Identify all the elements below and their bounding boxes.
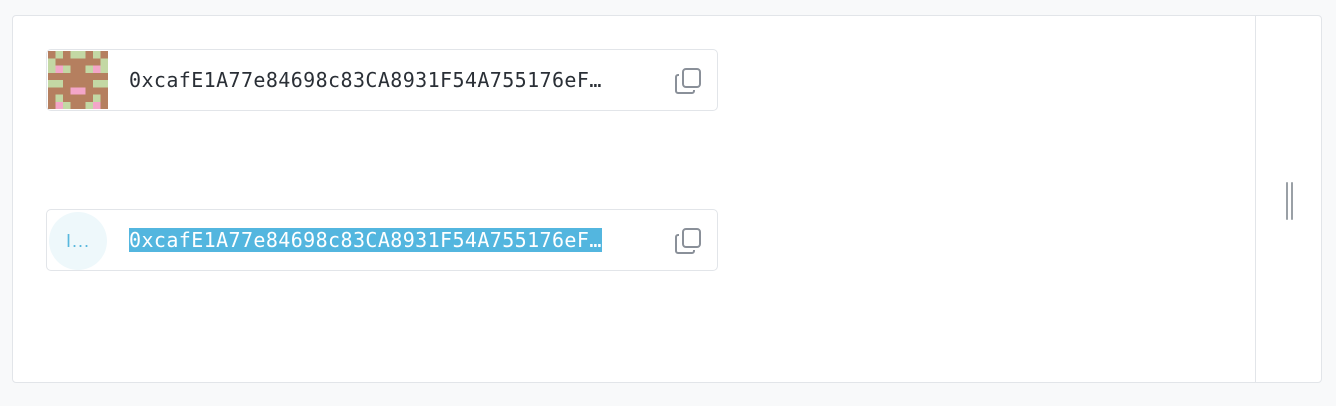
copy-icon[interactable] bbox=[674, 227, 702, 255]
selected-address[interactable]: 0xcafE1A77e84698c83CA8931F54A755176eF… bbox=[129, 228, 602, 252]
address-card: 0xcafE1A77e84698c83CA8931F54A755176eF… bbox=[46, 49, 718, 111]
address-text-selected[interactable]: 0xcafE1A77e84698c83CA8931F54A755176eF… bbox=[129, 224, 657, 256]
copy-icon[interactable] bbox=[674, 67, 702, 95]
address-card: I... 0xcafE1A77e84698c83CA8931F54A755176… bbox=[46, 209, 718, 271]
component-preview-frame: 0xcafE1A77e84698c83CA8931F54A755176eF… I… bbox=[12, 15, 1322, 383]
avatar: I... bbox=[49, 212, 107, 270]
preview-canvas: 0xcafE1A77e84698c83CA8931F54A755176eF… I… bbox=[13, 16, 1256, 382]
identicon-avatar bbox=[48, 51, 108, 109]
resize-grip-icon[interactable] bbox=[1286, 182, 1294, 220]
resize-rail bbox=[1256, 16, 1321, 382]
address-text[interactable]: 0xcafE1A77e84698c83CA8931F54A755176eF… bbox=[129, 64, 657, 96]
